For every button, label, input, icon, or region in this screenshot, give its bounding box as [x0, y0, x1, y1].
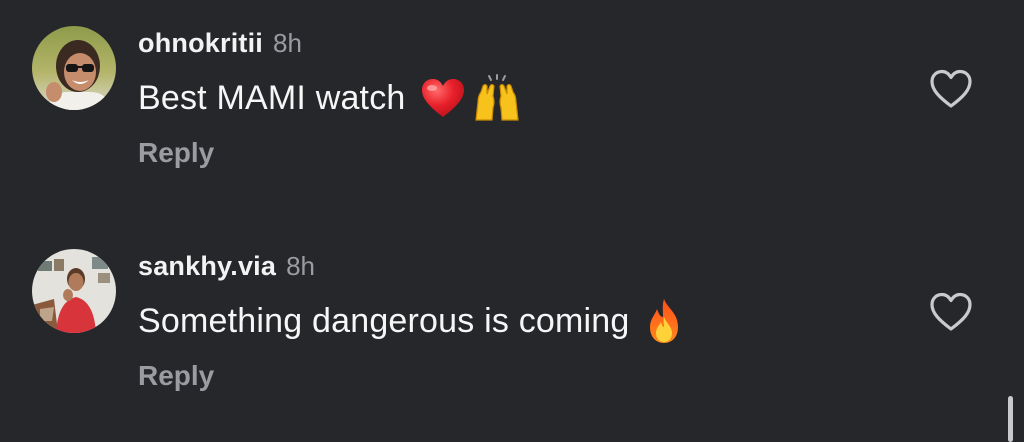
- raising-hands-emoji-icon: [472, 74, 522, 122]
- avatar[interactable]: [32, 26, 116, 110]
- comment-text: Something dangerous is coming: [138, 301, 630, 340]
- username[interactable]: ohnokritii: [138, 28, 263, 59]
- timestamp: 8h: [286, 251, 316, 281]
- fire-emoji-icon: [644, 297, 684, 345]
- reply-button[interactable]: Reply: [138, 137, 214, 169]
- comment-body: Something dangerous is coming: [138, 297, 684, 345]
- username[interactable]: sankhy.via: [138, 251, 276, 282]
- comment-body: Best MAMI watch: [138, 74, 522, 122]
- avatar[interactable]: [32, 249, 116, 333]
- reply-button[interactable]: Reply: [138, 360, 214, 392]
- scrollbar[interactable]: [1008, 396, 1013, 442]
- heart-outline-icon[interactable]: [928, 68, 974, 110]
- comment-header: ohnokritii 8h: [138, 28, 302, 62]
- comment-header: sankhy.via 8h: [138, 251, 315, 285]
- red-heart-emoji-icon: [420, 77, 466, 119]
- comments-list: ohnokritii 8h Best MAMI watch Reply sank…: [0, 0, 1024, 442]
- timestamp: 8h: [273, 28, 302, 58]
- comment-item: sankhy.via 8h Something dangerous is com…: [0, 245, 1024, 435]
- comment-text: Best MAMI watch: [138, 78, 406, 117]
- comment-item: ohnokritii 8h Best MAMI watch Reply: [0, 22, 1024, 212]
- avatar-photo: [32, 249, 116, 333]
- avatar-photo: [32, 26, 116, 110]
- heart-outline-icon[interactable]: [928, 291, 974, 333]
